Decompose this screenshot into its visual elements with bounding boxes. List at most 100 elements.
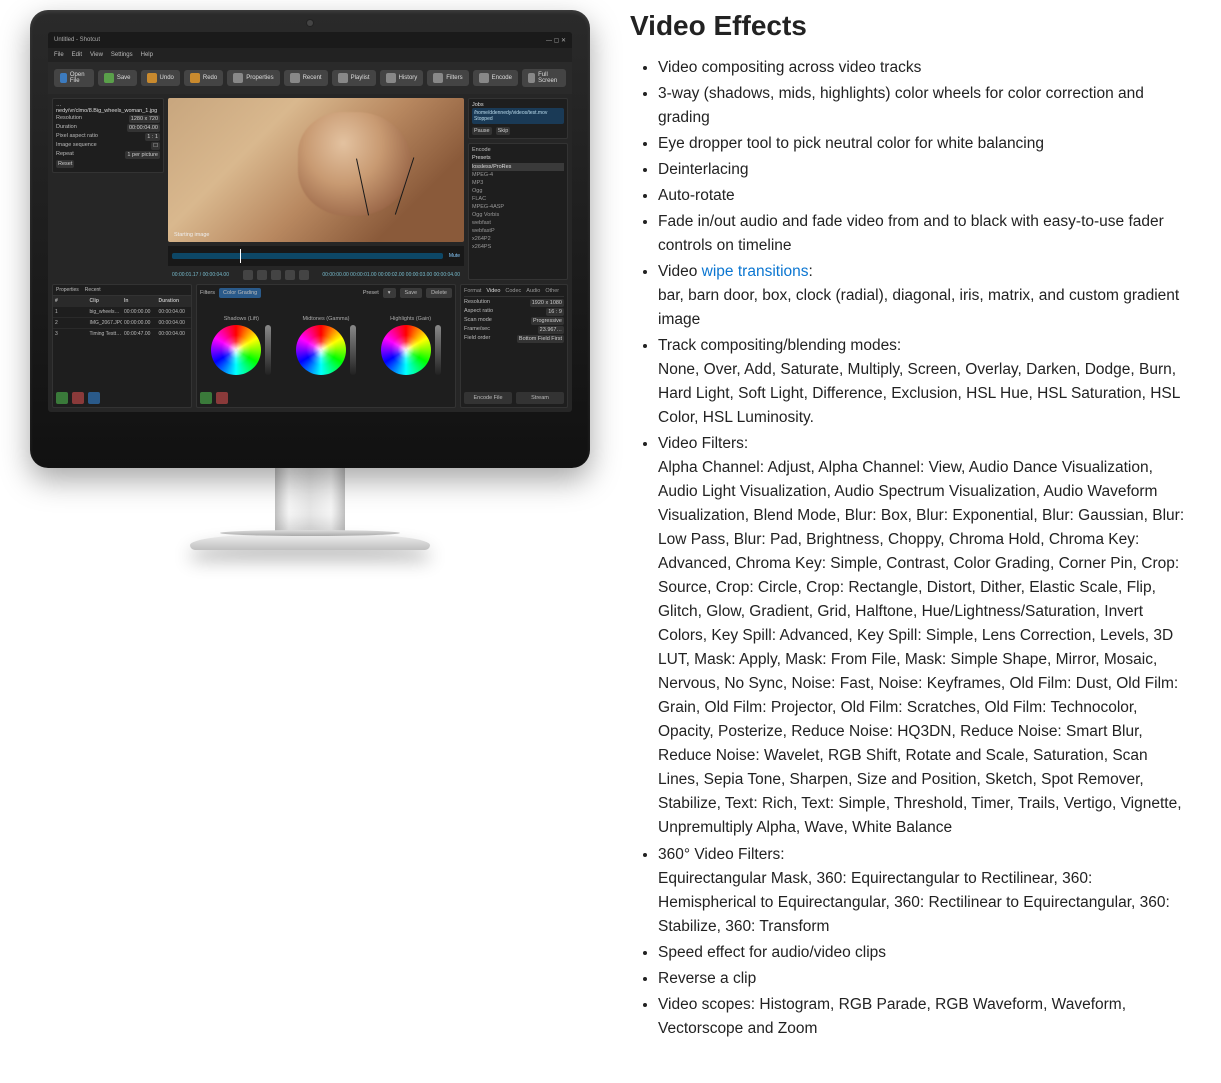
add-filter-button[interactable] [200, 392, 212, 404]
update-button[interactable] [88, 392, 100, 404]
preview-overlay: Starting image [174, 232, 209, 238]
scrub-bar[interactable]: Mute [168, 246, 464, 266]
mute-button[interactable]: Mute [449, 253, 460, 259]
cell: 00:00:04.00 [157, 307, 192, 317]
preset-item[interactable]: MPEG-4ASP [472, 203, 564, 211]
value-duration[interactable]: 00:00:04.00 [127, 124, 160, 132]
preset-item[interactable]: Ogg [472, 187, 564, 195]
preset-item[interactable]: webfast [472, 219, 564, 227]
toolbar-encode[interactable]: Encode [473, 70, 518, 86]
format-tab[interactable]: Audio [526, 288, 540, 294]
tab-properties[interactable]: Properties [56, 287, 79, 293]
lift-slider[interactable] [350, 325, 356, 375]
rewind-icon[interactable] [257, 270, 267, 280]
delete-preset-button[interactable]: Delete [426, 288, 452, 298]
filter-chip[interactable]: Color Grading [219, 288, 261, 298]
menu-help[interactable]: Help [141, 52, 153, 58]
skip-button[interactable]: Skip [496, 127, 511, 135]
format-tab[interactable]: Format [464, 288, 481, 294]
forward-icon[interactable] [285, 270, 295, 280]
table-row[interactable]: 1big_wheels…00:00:00.0000:00:04.00 [53, 306, 191, 317]
filters-icon [433, 73, 443, 83]
encode-label: Encode [472, 147, 564, 153]
job-row[interactable]: /home/ddennedy/videos/test.mov Stopped [472, 108, 564, 124]
format-value[interactable]: 23.967… [538, 326, 564, 334]
lift-slider[interactable] [265, 325, 271, 375]
toolbar-label: Save [117, 75, 131, 81]
save-preset-button[interactable]: Save [400, 288, 423, 298]
color-wheel[interactable] [211, 325, 261, 375]
format-tab[interactable]: Other [545, 288, 559, 294]
preview-viewer[interactable]: Starting image [168, 98, 464, 242]
play-icon[interactable] [271, 270, 281, 280]
toolbar-filters[interactable]: Filters [427, 70, 468, 86]
cell: 00:00:00.00 [122, 307, 157, 317]
menu-settings[interactable]: Settings [111, 52, 133, 58]
camera-dot-icon [307, 20, 313, 26]
value-repeat[interactable]: 1 per picture [125, 151, 160, 159]
value-resolution[interactable]: 1280 x 720 [129, 115, 160, 123]
label-resolution: Resolution [56, 115, 82, 123]
col-header: Duration [157, 296, 192, 306]
color-wheel[interactable] [381, 325, 431, 375]
cell: IMG_2067.JPG [88, 318, 123, 328]
preset-dropdown[interactable]: ▾ [383, 288, 396, 298]
preset-list[interactable]: lossless/ProResMPEG-4MP3OggFLACMPEG-4ASP… [472, 163, 564, 251]
color-wheel[interactable] [296, 325, 346, 375]
toolbar-properties[interactable]: Properties [227, 70, 279, 86]
lift-slider[interactable] [435, 325, 441, 375]
preset-item[interactable]: MP3 [472, 179, 564, 187]
menu-edit[interactable]: Edit [72, 52, 82, 58]
menu-bar[interactable]: File Edit View Settings Help [48, 48, 572, 62]
format-value[interactable]: 16 : 9 [546, 308, 564, 316]
format-value[interactable]: 1920 x 1080 [530, 299, 564, 307]
list-item: Auto-rotate [658, 184, 1191, 208]
checkbox-imgseq[interactable]: ☐ [151, 142, 160, 150]
skip-start-icon[interactable] [243, 270, 253, 280]
stream-button[interactable]: Stream [516, 392, 564, 404]
tab-recent[interactable]: Recent [85, 287, 101, 293]
cell: 00:00:00.00 [122, 318, 157, 328]
window-controls-icon[interactable]: — ▢ ✕ [546, 37, 566, 44]
toolbar-recent[interactable]: Recent [284, 70, 328, 86]
add-button[interactable] [56, 392, 68, 404]
preset-item[interactable]: FLAC [472, 195, 564, 203]
toolbar-open-file[interactable]: Open File [54, 69, 94, 87]
format-value[interactable]: Progressive [531, 317, 564, 325]
skip-end-icon[interactable] [299, 270, 309, 280]
wipe-transitions-link[interactable]: wipe transitions [702, 263, 809, 280]
table-row[interactable]: 3Timing Testt…00:00:47.0000:00:04.00 [53, 328, 191, 339]
toolbar: Open File Save Undo RedoProperties Recent Pla… [48, 62, 572, 94]
toolbar-save[interactable]: Save [98, 70, 137, 86]
save-icon [104, 73, 114, 83]
format-tab[interactable]: Video [486, 288, 500, 294]
toolbar-label: Playlist [351, 75, 370, 81]
toolbar-history[interactable]: History [380, 70, 424, 86]
preset-item[interactable]: x264PS [472, 243, 564, 251]
preset-item[interactable]: webfastP [472, 227, 564, 235]
reset-button[interactable]: Reset [56, 160, 74, 168]
encode-file-button[interactable]: Encode File [464, 392, 512, 404]
toolbar-full-screen[interactable]: Full Screen [522, 69, 566, 87]
toolbar-redo[interactable]: Redo [184, 70, 223, 86]
toolbar-playlist[interactable]: Playlist [332, 70, 376, 86]
open-file-icon [60, 73, 67, 83]
format-tab[interactable]: Codec [505, 288, 521, 294]
remove-filter-button[interactable] [216, 392, 228, 404]
menu-file[interactable]: File [54, 52, 64, 58]
format-value[interactable]: Bottom Field First [517, 335, 564, 343]
preset-item[interactable]: Ogg Vorbis [472, 211, 564, 219]
value-par[interactable]: 1 : 1 [145, 133, 160, 141]
menu-view[interactable]: View [90, 52, 103, 58]
toolbar-undo[interactable]: Undo [141, 70, 180, 86]
preset-item[interactable]: lossless/ProRes [472, 163, 564, 171]
pause-button[interactable]: Pause [472, 127, 492, 135]
transport-controls[interactable] [243, 270, 309, 280]
preset-item[interactable]: MPEG-4 [472, 171, 564, 179]
remove-button[interactable] [72, 392, 84, 404]
table-row[interactable]: 2IMG_2067.JPG00:00:00.0000:00:04.00 [53, 317, 191, 328]
file-path: …nedy/vr/clmo/8.Big_wheels_woman_1.jpg [56, 102, 160, 114]
list-item: Eye dropper tool to pick neutral color f… [658, 132, 1191, 156]
preset-item[interactable]: x264P2 [472, 235, 564, 243]
toolbar-label: Undo [160, 75, 174, 81]
